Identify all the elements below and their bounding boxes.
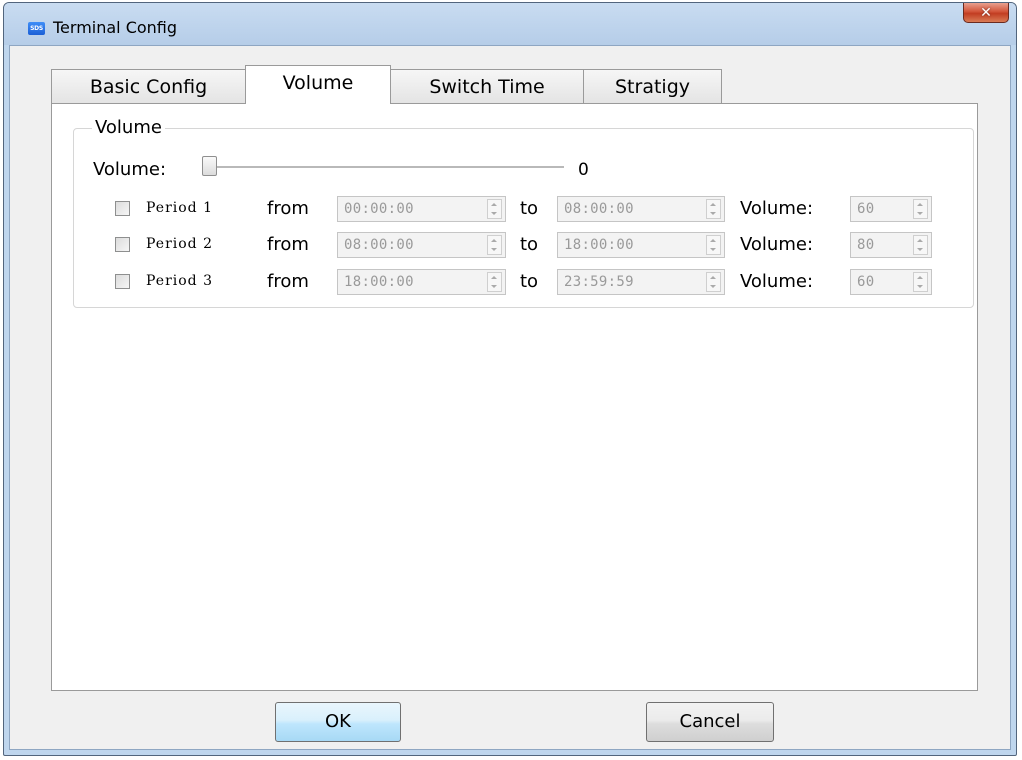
ok-button[interactable]: OK: [275, 702, 401, 742]
period-3-from-input[interactable]: 18:00:00: [337, 269, 506, 295]
title-bar[interactable]: SDS Terminal Config ✕: [4, 3, 1016, 45]
tab-switch-time[interactable]: Switch Time: [390, 69, 584, 103]
period-1-label: Period 1: [146, 200, 213, 216]
spin-buttons[interactable]: [487, 199, 502, 219]
spin-up-icon[interactable]: [710, 276, 716, 279]
spin-down-icon[interactable]: [491, 248, 497, 251]
period-2-volume-label: Volume:: [740, 234, 814, 255]
period-row-1: Period 1 from 00:00:00 to 08:00:00 Volum…: [74, 195, 973, 223]
volume-slider-handle[interactable]: [202, 156, 217, 176]
spin-buttons[interactable]: [706, 235, 721, 255]
period-3-to-value: 23:59:59: [564, 274, 634, 290]
volume-groupbox: Volume Volume: 0 Period 1 from 00:00:00 …: [73, 117, 974, 308]
spin-down-icon[interactable]: [710, 212, 716, 215]
spin-up-icon[interactable]: [917, 276, 923, 279]
period-3-from-value: 18:00:00: [344, 274, 414, 290]
period-1-from-label: from: [267, 198, 309, 219]
period-1-volume-label: Volume:: [740, 198, 814, 219]
period-3-from-label: from: [267, 271, 309, 292]
period-1-volume-input[interactable]: 60: [850, 196, 932, 222]
period-2-from-input[interactable]: 08:00:00: [337, 232, 506, 258]
spin-down-icon[interactable]: [491, 285, 497, 288]
period-2-volume-input[interactable]: 80: [850, 232, 932, 258]
spin-buttons[interactable]: [913, 272, 928, 292]
period-2-from-value: 08:00:00: [344, 237, 414, 253]
spin-down-icon[interactable]: [491, 212, 497, 215]
period-3-to-input[interactable]: 23:59:59: [557, 269, 725, 295]
period-1-to-input[interactable]: 08:00:00: [557, 196, 725, 222]
close-button[interactable]: ✕: [963, 3, 1009, 23]
period-3-volume-label: Volume:: [740, 271, 814, 292]
spin-down-icon[interactable]: [710, 248, 716, 251]
spin-up-icon[interactable]: [491, 276, 497, 279]
volume-tab-panel: Volume Volume: 0 Period 1 from 00:00:00 …: [51, 103, 978, 691]
period-1-from-value: 00:00:00: [344, 201, 414, 217]
tab-basic-config[interactable]: Basic Config: [51, 69, 246, 103]
tab-stratigy[interactable]: Stratigy: [583, 69, 722, 103]
spin-down-icon[interactable]: [710, 285, 716, 288]
period-row-2: Period 2 from 08:00:00 to 18:00:00 Volum…: [74, 231, 973, 259]
period-2-to-label: to: [520, 234, 539, 255]
period-2-to-input[interactable]: 18:00:00: [557, 232, 725, 258]
spin-buttons[interactable]: [487, 272, 502, 292]
spin-buttons[interactable]: [706, 272, 721, 292]
spin-up-icon[interactable]: [491, 203, 497, 206]
period-1-checkbox[interactable]: [115, 201, 130, 216]
period-2-volume-value: 80: [857, 237, 875, 253]
period-1-from-input[interactable]: 00:00:00: [337, 196, 506, 222]
tab-volume[interactable]: Volume: [245, 65, 391, 104]
app-icon: SDS: [28, 22, 45, 35]
period-row-3: Period 3 from 18:00:00 to 23:59:59 Volum…: [74, 268, 973, 296]
period-2-to-value: 18:00:00: [564, 237, 634, 253]
spin-down-icon[interactable]: [917, 212, 923, 215]
period-3-volume-input[interactable]: 60: [850, 269, 932, 295]
spin-up-icon[interactable]: [710, 203, 716, 206]
volume-group-title: Volume: [92, 117, 165, 138]
spin-down-icon[interactable]: [917, 248, 923, 251]
period-1-to-value: 08:00:00: [564, 201, 634, 217]
period-3-volume-value: 60: [857, 274, 875, 290]
spin-up-icon[interactable]: [917, 203, 923, 206]
window-title: Terminal Config: [53, 18, 178, 37]
volume-slider-label: Volume:: [93, 159, 167, 180]
close-icon: ✕: [980, 4, 992, 21]
period-3-to-label: to: [520, 271, 539, 292]
spin-buttons[interactable]: [487, 235, 502, 255]
period-1-to-label: to: [520, 198, 539, 219]
period-2-from-label: from: [267, 234, 309, 255]
spin-buttons[interactable]: [913, 199, 928, 219]
period-2-label: Period 2: [146, 236, 213, 252]
spin-buttons[interactable]: [706, 199, 721, 219]
spin-up-icon[interactable]: [710, 239, 716, 242]
terminal-config-window: SDS Terminal Config ✕ Basic Config Volum…: [3, 2, 1017, 756]
volume-slider-track[interactable]: [209, 166, 564, 169]
period-2-checkbox[interactable]: [115, 237, 130, 252]
spin-buttons[interactable]: [913, 235, 928, 255]
period-3-label: Period 3: [146, 273, 213, 289]
cancel-button[interactable]: Cancel: [646, 702, 774, 742]
dialog-client-area: Basic Config Volume Switch Time Stratigy…: [9, 45, 1011, 750]
spin-down-icon[interactable]: [917, 285, 923, 288]
spin-up-icon[interactable]: [491, 239, 497, 242]
period-3-checkbox[interactable]: [115, 274, 130, 289]
volume-slider-value: 0: [578, 160, 589, 180]
period-1-volume-value: 60: [857, 201, 875, 217]
spin-up-icon[interactable]: [917, 239, 923, 242]
